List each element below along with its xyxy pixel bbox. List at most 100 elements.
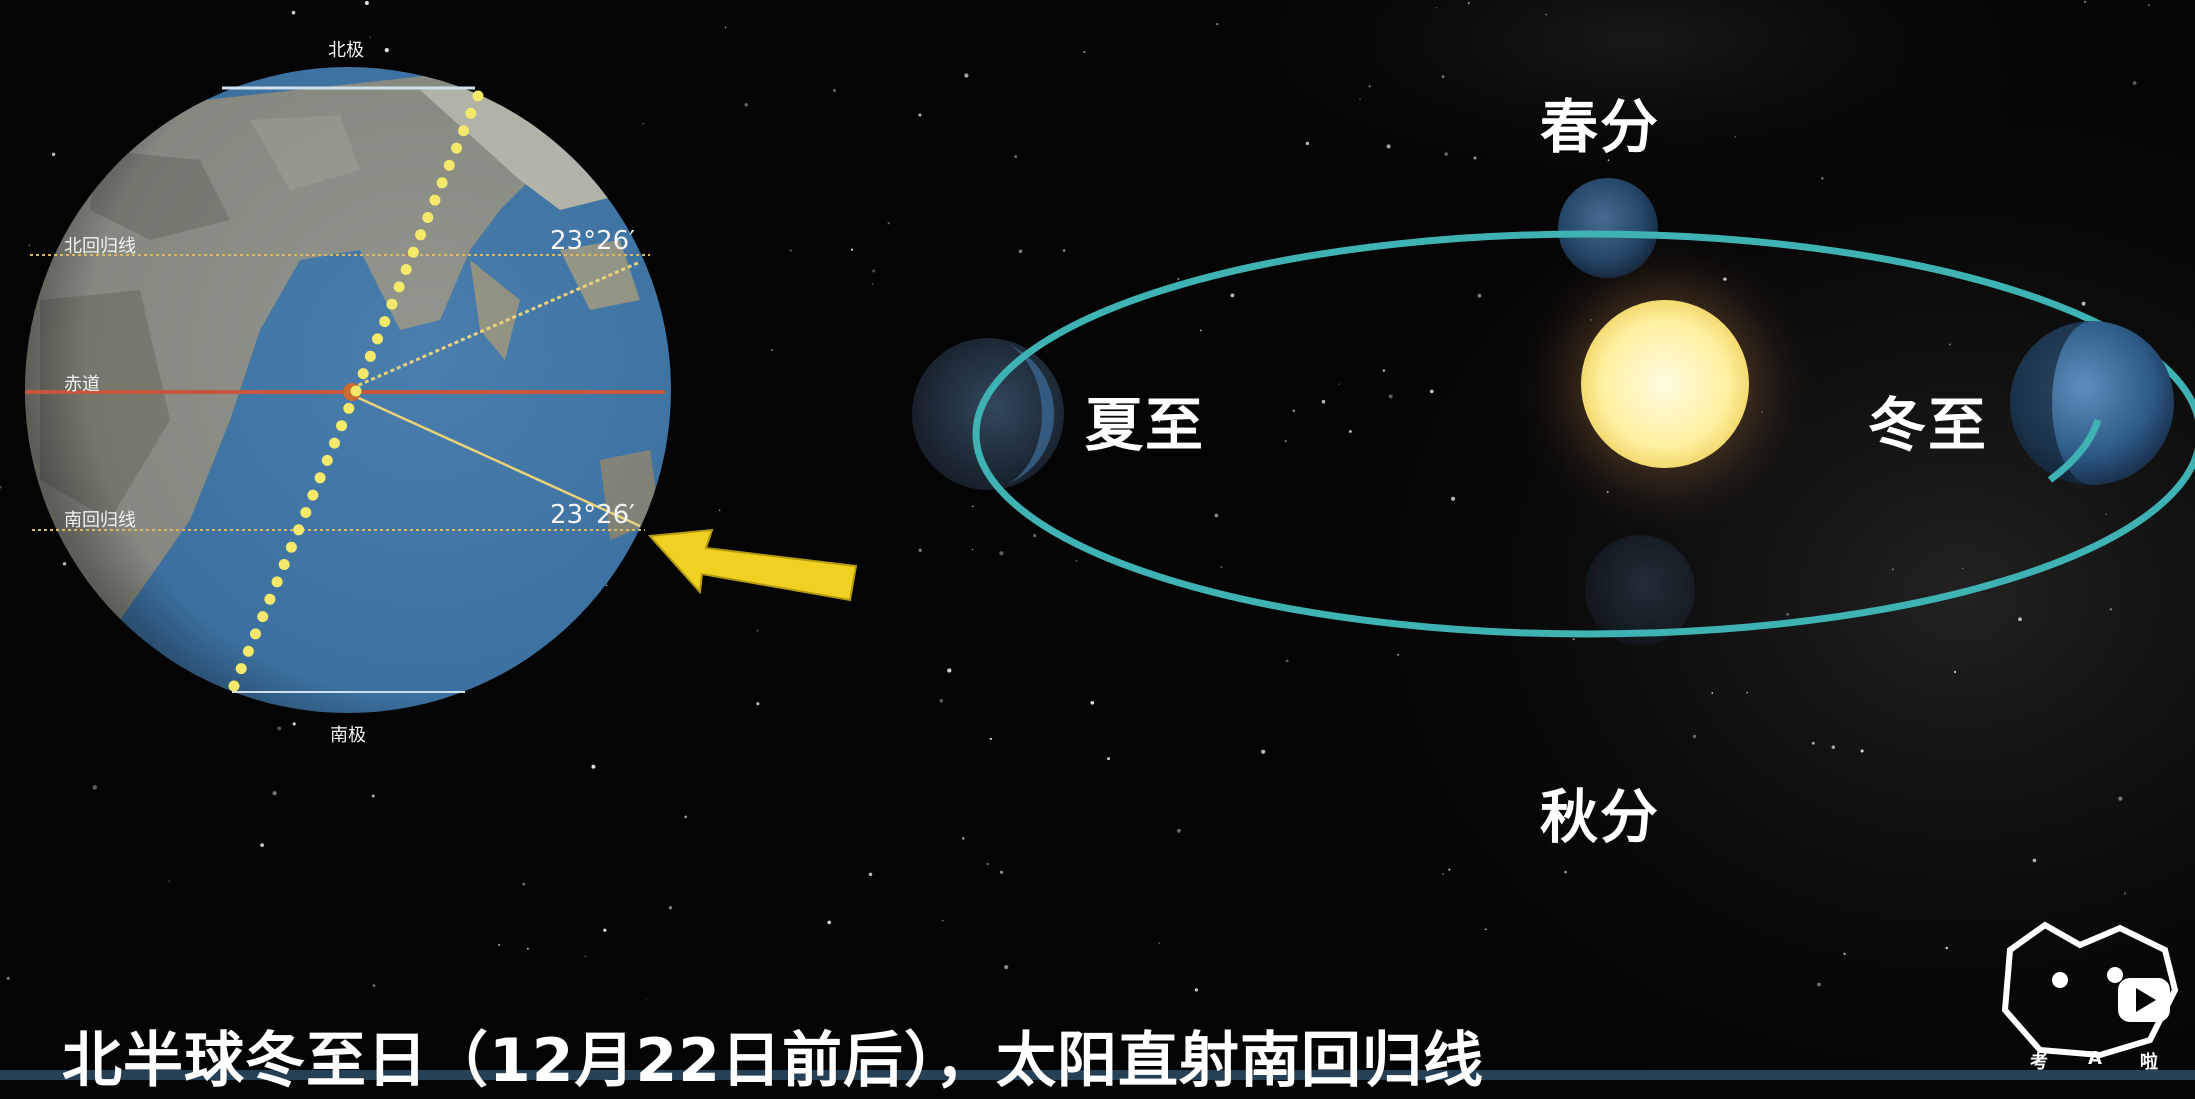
- star: [522, 882, 526, 886]
- star: [2032, 858, 2037, 863]
- star: [941, 919, 944, 922]
- terminator-dot: [321, 454, 333, 466]
- star: [1107, 757, 1111, 761]
- terminator-dot: [250, 628, 261, 640]
- star: [868, 872, 873, 877]
- star: [887, 221, 891, 225]
- star: [1230, 293, 1235, 298]
- angle-label-upper: 23°26′: [550, 226, 636, 256]
- star: [371, 794, 375, 798]
- star: [2148, 4, 2150, 6]
- star: [1564, 870, 1567, 874]
- star: [756, 629, 759, 632]
- star: [872, 283, 874, 285]
- terminator-dot: [429, 194, 441, 206]
- star: [277, 726, 282, 731]
- terminator-dot: [458, 125, 470, 137]
- star: [642, 122, 644, 125]
- terminator-dot: [372, 333, 383, 345]
- star: [28, 244, 31, 247]
- star: [1435, 7, 1438, 9]
- star: [591, 764, 596, 769]
- terminator-dot: [343, 402, 355, 414]
- terminator-dot: [285, 541, 297, 553]
- star: [292, 722, 296, 726]
- star: [1891, 568, 1894, 571]
- star: [2084, 0, 2087, 3]
- star: [1953, 670, 1957, 674]
- star: [1386, 144, 1391, 149]
- star: [1177, 277, 1180, 281]
- star: [1388, 394, 1393, 399]
- star: [1176, 828, 1181, 833]
- tropic-capricorn-label: 南回归线: [64, 510, 136, 531]
- star: [939, 698, 944, 703]
- star: [1473, 156, 1477, 160]
- star: [1018, 249, 1023, 254]
- star: [51, 152, 56, 157]
- terminator-dot: [400, 264, 412, 275]
- star: [986, 862, 989, 866]
- equator-label: 赤道: [64, 374, 100, 395]
- star: [384, 48, 389, 53]
- star: [1090, 700, 1095, 705]
- watermark-char-1: 考: [2030, 1052, 2048, 1073]
- star: [1843, 952, 1846, 956]
- terminator-dot: [314, 472, 326, 484]
- terminator-dot: [307, 489, 319, 501]
- star: [833, 89, 836, 92]
- summer-solstice-label: 夏至: [1085, 391, 1206, 459]
- star: [971, 548, 974, 551]
- terminator-dot: [350, 385, 362, 397]
- scene-canvas: [0, 0, 2195, 1080]
- star: [789, 249, 792, 252]
- star: [1397, 653, 1400, 656]
- terminator-dot: [228, 680, 240, 692]
- autumn-equinox-label: 秋分: [1540, 783, 1661, 851]
- star: [1359, 98, 1361, 101]
- terminator-dot: [415, 229, 427, 241]
- star: [62, 562, 67, 566]
- star: [1811, 741, 1815, 745]
- star: [1292, 409, 1295, 412]
- star: [1786, 612, 1790, 616]
- star: [724, 26, 727, 29]
- terminator-dot: [271, 576, 283, 588]
- angle-label-lower: 23°26′: [550, 500, 636, 530]
- watermark-char-3: 啦: [2140, 1052, 2158, 1073]
- terminator-dot: [278, 559, 290, 570]
- star: [1194, 988, 1199, 992]
- star: [1467, 1, 1470, 4]
- spring-equinox-label: 春分: [1540, 93, 1661, 161]
- star: [947, 668, 952, 673]
- star: [603, 928, 607, 932]
- star: [497, 943, 501, 947]
- star: [918, 548, 922, 552]
- terminator-dot: [465, 107, 477, 119]
- star: [2018, 617, 2022, 622]
- earth-spring-equinox: [1558, 178, 1658, 278]
- star: [1484, 928, 1487, 931]
- terminator-dot: [242, 645, 254, 657]
- star: [1062, 249, 1066, 252]
- star: [369, 36, 371, 39]
- star: [1430, 389, 1434, 394]
- star: [526, 947, 529, 950]
- star: [1821, 177, 1824, 180]
- star: [961, 837, 965, 840]
- star: [645, 997, 647, 1000]
- terminator-dot: [451, 142, 462, 154]
- globe: [25, 67, 671, 713]
- star: [684, 815, 688, 819]
- terminator-dot: [422, 212, 434, 223]
- star: [1321, 399, 1326, 404]
- star: [1860, 749, 1864, 753]
- watermark-char-2: A: [2088, 1048, 2102, 1069]
- star: [1158, 942, 1160, 944]
- star: [1734, 135, 1737, 138]
- star: [1948, 343, 1951, 346]
- star: [1444, 152, 1448, 156]
- star: [1961, 567, 1964, 570]
- star: [827, 920, 832, 925]
- star: [1014, 155, 1018, 158]
